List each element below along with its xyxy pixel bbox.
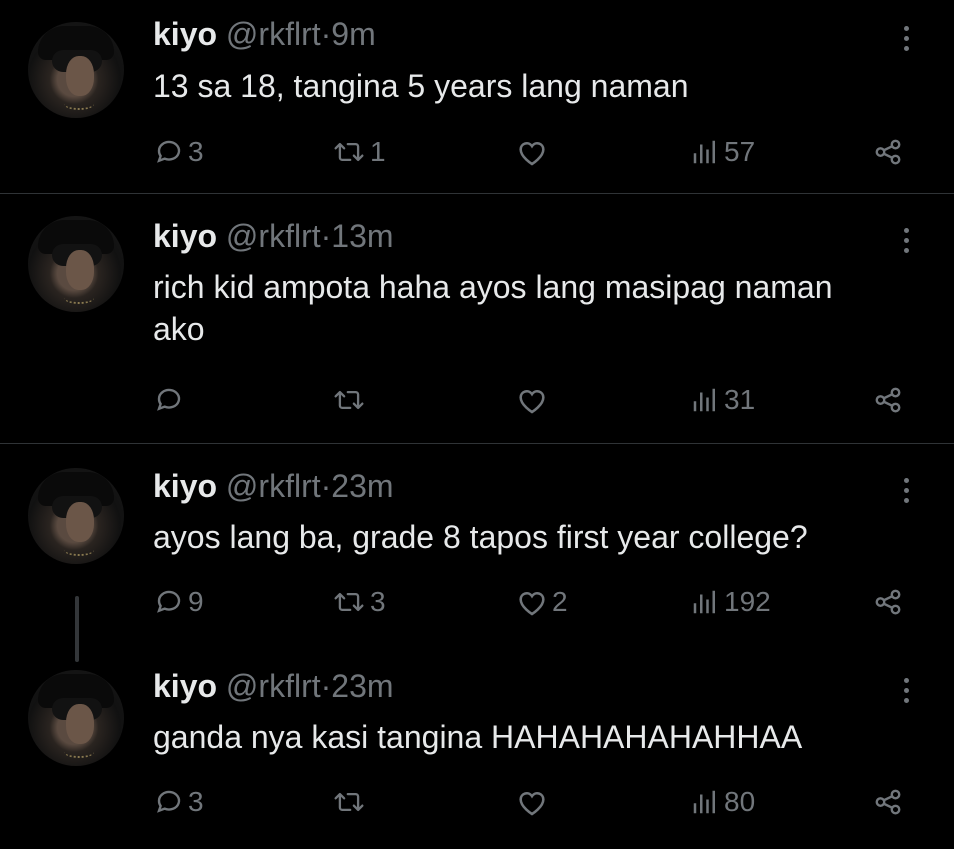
retweet-button[interactable]: 3 xyxy=(332,584,386,620)
heart-icon xyxy=(519,792,545,816)
views-icon xyxy=(693,790,715,814)
tweet[interactable]: kiyo @rkflrt·13m rich kid ampota haha ay… xyxy=(0,194,954,444)
avatar[interactable] xyxy=(28,216,124,312)
more-icon[interactable] xyxy=(896,472,916,508)
tweet[interactable]: kiyo @rkflrt·9m 13 sa 18, tangina 5 year… xyxy=(0,0,954,194)
reply-button[interactable]: 3 xyxy=(154,784,204,820)
user-handle[interactable]: @rkflrt xyxy=(226,16,321,52)
tweet-actions: 3 1 57 xyxy=(0,134,954,170)
reply-count: 3 xyxy=(188,136,204,167)
user-handle[interactable]: @rkflrt xyxy=(226,468,321,504)
avatar[interactable] xyxy=(28,22,124,118)
view-count: 192 xyxy=(724,586,771,617)
tweet-header: kiyo @rkflrt·9m xyxy=(153,16,376,52)
tweet-text: 13 sa 18, tangina 5 years lang naman xyxy=(153,68,689,104)
retweet-count: 3 xyxy=(370,586,386,617)
display-name[interactable]: kiyo xyxy=(153,16,217,52)
tweet-actions: 31 xyxy=(0,382,954,418)
avatar[interactable] xyxy=(28,670,124,766)
retweet-icon xyxy=(334,792,364,812)
like-button[interactable] xyxy=(516,134,552,170)
tweet-actions: 3 80 xyxy=(0,784,954,820)
reply-button[interactable]: 3 xyxy=(154,134,204,170)
retweet-icon xyxy=(334,390,364,410)
view-count: 31 xyxy=(724,384,756,415)
share-icon xyxy=(875,789,901,815)
tweet[interactable]: kiyo @rkflrt·23m ganda nya kasi tangina … xyxy=(0,664,954,849)
share-icon xyxy=(875,589,901,615)
reply-count: 3 xyxy=(188,786,204,817)
separator-dot: · xyxy=(320,668,332,704)
like-button[interactable]: 2 xyxy=(516,584,568,620)
views-icon xyxy=(693,140,715,164)
views-button[interactable]: 57 xyxy=(690,134,755,170)
share-button[interactable] xyxy=(872,784,904,820)
retweet-icon xyxy=(334,142,364,162)
timestamp[interactable]: 23m xyxy=(331,668,393,704)
more-icon[interactable] xyxy=(896,222,916,258)
like-count: 2 xyxy=(552,586,568,617)
display-name[interactable]: kiyo xyxy=(153,218,217,254)
like-button[interactable] xyxy=(516,382,552,418)
user-handle[interactable]: @rkflrt xyxy=(226,668,321,704)
reply-icon xyxy=(157,388,181,411)
timestamp[interactable]: 13m xyxy=(331,218,393,254)
more-icon[interactable] xyxy=(896,20,916,56)
share-button[interactable] xyxy=(872,382,904,418)
separator-dot: · xyxy=(320,218,332,254)
display-name[interactable]: kiyo xyxy=(153,468,217,504)
retweet-button[interactable] xyxy=(332,382,370,418)
tweet-text: ayos lang ba, grade 8 tapos first year c… xyxy=(153,519,808,555)
display-name[interactable]: kiyo xyxy=(153,668,217,704)
user-handle[interactable]: @rkflrt xyxy=(226,218,321,254)
share-icon xyxy=(875,139,901,165)
timestamp[interactable]: 9m xyxy=(331,16,375,52)
views-icon xyxy=(693,590,715,614)
tweet[interactable]: kiyo @rkflrt·23m ayos lang ba, grade 8 t… xyxy=(0,444,954,664)
tweet-header: kiyo @rkflrt·23m xyxy=(153,468,394,504)
views-button[interactable]: 31 xyxy=(690,382,755,418)
view-count: 80 xyxy=(724,786,756,817)
heart-icon xyxy=(519,390,545,414)
avatar[interactable] xyxy=(28,468,124,564)
views-button[interactable]: 192 xyxy=(690,584,771,620)
tweet-text: rich kid ampota haha ayos lang masipag n… xyxy=(153,269,833,347)
retweet-count: 1 xyxy=(370,136,386,167)
separator-dot: · xyxy=(320,468,332,504)
share-icon xyxy=(875,387,901,413)
retweet-icon xyxy=(334,592,364,612)
reply-icon xyxy=(157,140,181,163)
reply-icon xyxy=(157,590,181,613)
reply-count: 9 xyxy=(188,586,204,617)
reply-button[interactable]: 9 xyxy=(154,584,204,620)
retweet-button[interactable] xyxy=(332,784,370,820)
reply-button[interactable] xyxy=(154,382,188,418)
heart-icon xyxy=(519,592,545,616)
share-button[interactable] xyxy=(872,584,904,620)
more-icon[interactable] xyxy=(896,672,916,708)
tweet-header: kiyo @rkflrt·13m xyxy=(153,218,394,254)
views-icon xyxy=(693,388,715,412)
share-button[interactable] xyxy=(872,134,904,170)
like-button[interactable] xyxy=(516,784,552,820)
view-count: 57 xyxy=(724,136,756,167)
reply-icon xyxy=(157,790,181,813)
timestamp[interactable]: 23m xyxy=(331,468,393,504)
tweet-header: kiyo @rkflrt·23m xyxy=(153,668,394,704)
tweet-text: ganda nya kasi tangina HAHAHAHAHAHHAA xyxy=(153,719,803,755)
heart-icon xyxy=(519,142,545,166)
separator-dot: · xyxy=(320,16,332,52)
retweet-button[interactable]: 1 xyxy=(332,134,386,170)
views-button[interactable]: 80 xyxy=(690,784,755,820)
tweet-actions: 9 3 2 192 xyxy=(0,584,954,620)
